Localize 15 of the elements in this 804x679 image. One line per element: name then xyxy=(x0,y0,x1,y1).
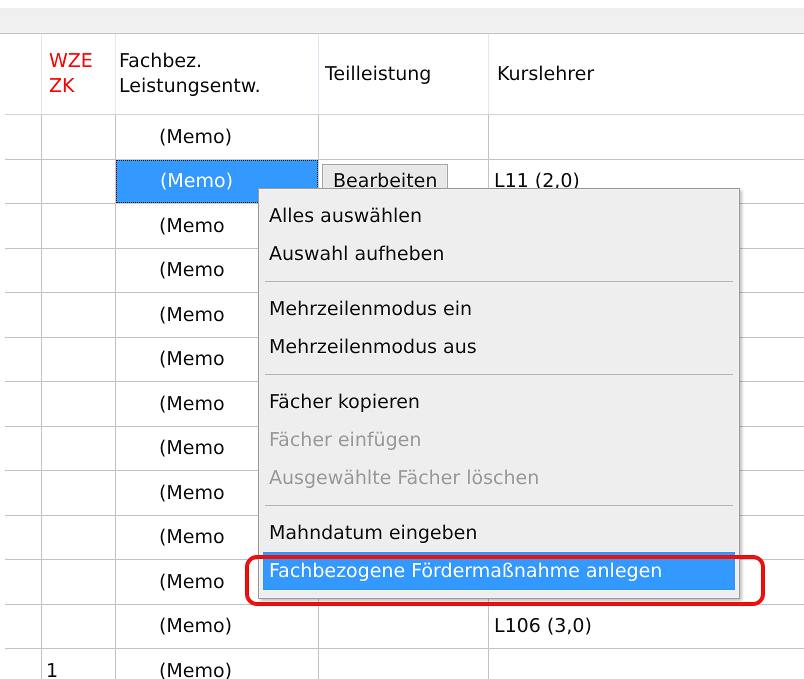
menu-item[interactable]: Fächer kopieren xyxy=(263,383,735,421)
table-cell: 1 xyxy=(46,660,58,679)
table-cell: L11 (2,0) xyxy=(494,170,580,192)
menu-item[interactable]: Mehrzeilenmodus aus xyxy=(263,328,735,366)
column-header[interactable]: Fachbez. Leistungsentw. xyxy=(116,49,261,99)
column-header[interactable]: WZE ZK xyxy=(46,49,93,99)
column-header[interactable]: Kurslehrer xyxy=(494,62,594,86)
menu-item[interactable]: Mehrzeilenmodus ein xyxy=(263,290,735,328)
menu-item[interactable]: Auswahl aufheben xyxy=(263,235,735,273)
menu-item[interactable]: Mahndatum eingeben xyxy=(263,514,735,552)
memo-cell[interactable]: (Memo) xyxy=(116,115,318,158)
memo-cell[interactable]: (Memo) xyxy=(116,604,318,648)
column-header[interactable]: Teilleistung xyxy=(322,62,432,86)
table-cell: L106 (3,0) xyxy=(494,615,592,638)
memo-cell[interactable]: (Memo) xyxy=(116,649,318,679)
